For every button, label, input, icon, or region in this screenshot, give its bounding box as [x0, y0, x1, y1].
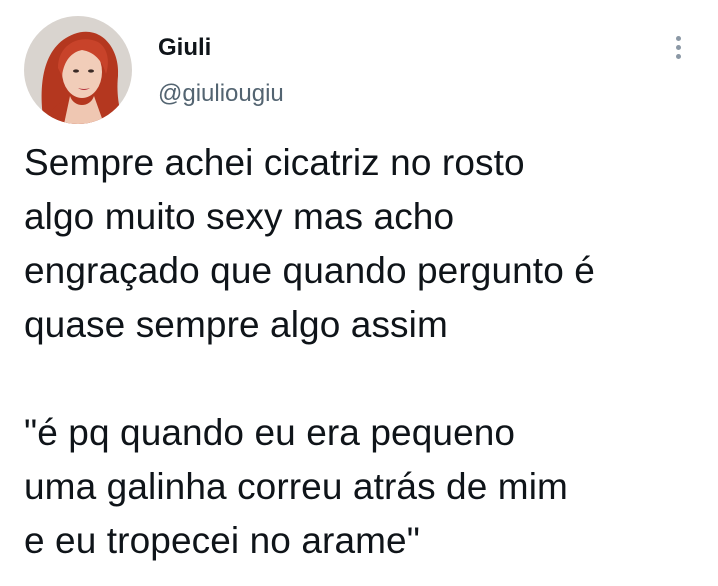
- avatar-image: [24, 16, 132, 124]
- more-vertical-icon: [675, 53, 681, 59]
- more-vertical-icon: [675, 44, 681, 50]
- more-vertical-icon: [675, 35, 681, 41]
- tweet-line: "é pq quando eu era pequeno: [24, 412, 516, 453]
- author-name[interactable]: Giuli: [158, 34, 211, 62]
- tweet-line: Sempre achei cicatriz no rosto: [24, 142, 525, 183]
- author-avatar[interactable]: [24, 16, 132, 124]
- tweet-line: algo muito sexy mas acho: [24, 196, 455, 237]
- more-options-button[interactable]: [664, 30, 692, 64]
- paragraph-break: [24, 352, 704, 406]
- tweet-line: uma galinha correu atrás de mim: [24, 466, 568, 507]
- author-handle[interactable]: @giuliougiu: [158, 80, 284, 108]
- tweet-card: Giuli @giuliougiu Sempre achei cicatriz …: [0, 0, 718, 586]
- tweet-line: e eu tropecei no arame": [24, 520, 420, 561]
- tweet-line: engraçado que quando pergunto é: [24, 250, 595, 291]
- tweet-line: quase sempre algo assim: [24, 304, 448, 345]
- tweet-text: Sempre achei cicatriz no rosto algo muit…: [24, 136, 704, 568]
